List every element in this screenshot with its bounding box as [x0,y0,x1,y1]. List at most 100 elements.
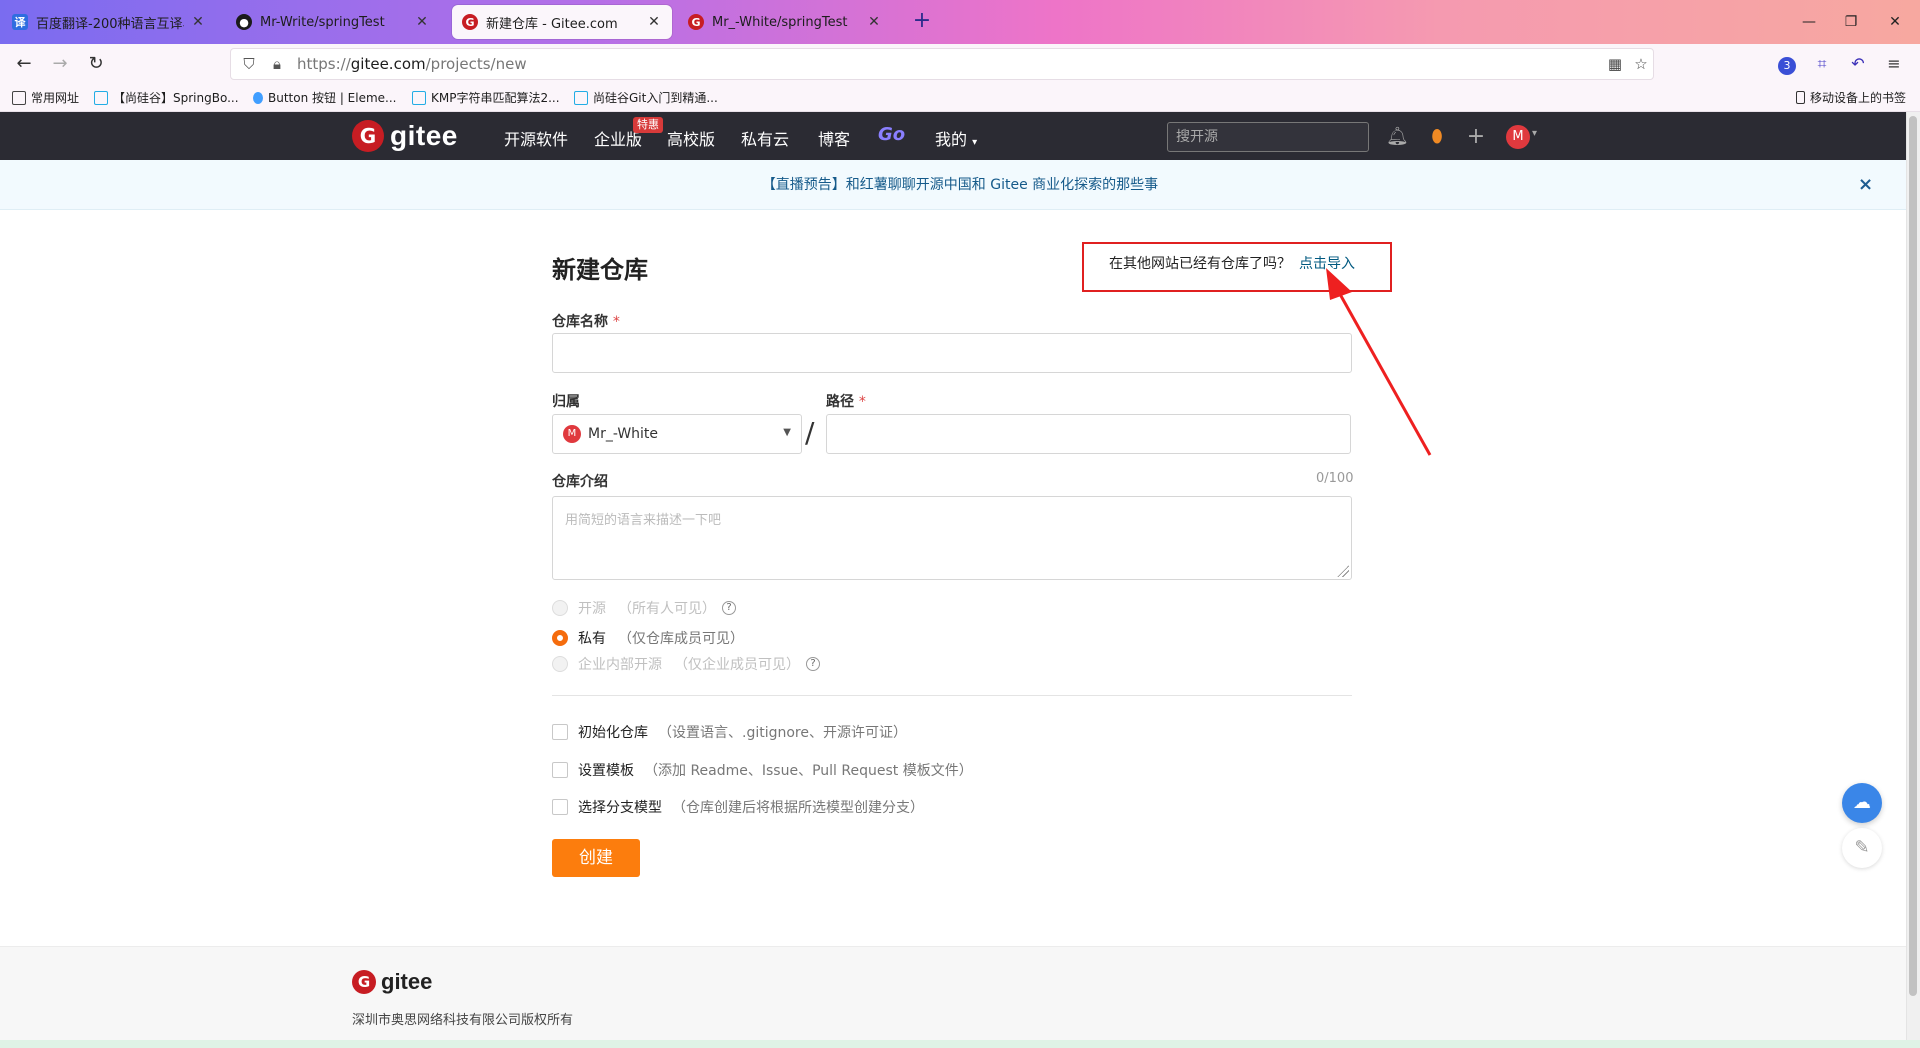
nav-mine[interactable]: 我的 ▾ [935,126,977,150]
bookmark-kmp[interactable]: KMP字符串匹配算法2... [412,89,560,106]
nav-blog[interactable]: 博客 [818,126,850,150]
baidu-translate-favicon-icon: 译 [12,14,28,30]
bookmark-git-course[interactable]: 尚硅谷Git入门到精通... [574,89,718,106]
chevron-down-icon[interactable]: ▾ [1532,128,1537,139]
gitee-search-input[interactable]: 搜开源 [1167,122,1369,152]
close-icon[interactable]: × [1858,160,1873,210]
nav-education[interactable]: 高校版 [667,126,715,150]
crop-tool-icon[interactable]: ⌗ [1810,52,1834,76]
restore-window-button[interactable]: ❐ [1836,10,1866,34]
description-textarea[interactable]: 用简短的语言来描述一下吧 [552,496,1352,580]
path-input[interactable] [826,414,1351,454]
scrollbar-thumb[interactable] [1909,116,1917,996]
gitee-wordmark: gitee [381,969,433,994]
branch-model-option[interactable]: 选择分支模型 （仓库创建后将根据所选模型创建分支） [552,797,924,817]
back-button[interactable]: ← [12,52,36,76]
bookmarks-bar: 常用网址 【尚硅谷】SpringBo... Button 按钮 | Eleme.… [0,84,1920,112]
repo-name-label: 仓库名称 * [552,314,620,330]
tab-title: 百度翻译-200种语言互译、沟通 [36,16,184,32]
bookmark-label: KMP字符串匹配算法2... [431,91,560,105]
footer-logo[interactable]: G gitee [352,969,432,995]
nav-private-cloud[interactable]: 私有云 [741,126,789,150]
owner-value: Mr_-White [588,426,659,442]
description-label: 仓库介绍 [552,474,608,490]
minimize-window-button[interactable]: — [1794,10,1824,34]
user-avatar[interactable]: M [1506,125,1530,149]
address-bar[interactable]: ⛉ 🔒︎ https://gitee.com/projects/new ▦ ☆ [230,48,1654,80]
checkbox[interactable] [552,724,568,740]
close-window-button[interactable]: ✕ [1880,10,1910,34]
gitee-header: G gitee 开源软件 企业版 特惠 高校版 私有云 博客 Go 我的 ▾ 搜… [0,112,1920,160]
radio-button[interactable] [552,656,568,672]
tab-gitee-new-repo[interactable]: G 新建仓库 - Gitee.com ✕ [452,5,672,39]
gitee-logo-icon: G [352,970,376,994]
visibility-public-option[interactable]: 开源 （所有人可见） ? [552,598,736,618]
radio-button-selected[interactable] [552,630,568,646]
new-tab-button[interactable]: + [910,10,934,34]
forward-button[interactable]: → [48,52,72,76]
lock-icon[interactable]: 🔒︎ [267,54,287,74]
gitee-logo-icon: G [352,120,384,152]
checkbox[interactable] [552,762,568,778]
qr-code-icon[interactable]: ▦ [1605,54,1625,74]
folder-icon [12,90,26,105]
reload-button[interactable]: ↻ [84,52,108,76]
close-tab-icon[interactable]: ✕ [866,14,882,30]
owner-select[interactable]: M Mr_-White ▼ [552,414,802,454]
plus-icon[interactable]: + [1465,126,1487,148]
gitee-logo[interactable]: G gitee [352,120,458,152]
tab-gitee-springtest[interactable]: G Mr_-White/springTest ✕ [678,5,892,39]
bell-icon[interactable]: 🔔︎ [1386,126,1409,148]
promo-badge: 特惠 [633,117,663,133]
nav-go[interactable]: Go [878,124,905,145]
path-separator: / [805,416,815,449]
extension-badge-icon[interactable]: 3 [1775,52,1799,76]
divider [552,695,1352,696]
github-favicon-icon: ● [236,14,252,30]
nav-open-source[interactable]: 开源软件 [504,126,568,150]
help-icon[interactable]: ? [722,601,736,615]
visibility-enterprise-option[interactable]: 企业内部开源 （仅企业成员可见） ? [552,654,820,674]
radio-button[interactable] [552,600,568,616]
announcement-bar: 【直播预告】和红薯聊聊开源中国和 Gitee 商业化探索的那些事 × [0,160,1920,210]
footer: G gitee 深圳市奥思网络科技有限公司版权所有 [0,946,1920,1040]
bookmark-label: 尚硅谷Git入门到精通... [593,91,718,105]
help-icon[interactable]: ? [806,657,820,671]
undo-icon[interactable]: ↶ [1846,52,1870,76]
gitee-favicon-icon: G [462,14,478,30]
bilibili-icon [412,90,426,105]
import-link[interactable]: 点击导入 [1299,256,1355,272]
tab-title: 新建仓库 - Gitee.com [486,16,618,32]
visibility-private-option[interactable]: 私有 （仅仓库成员可见） [552,628,744,648]
bookmark-element-button[interactable]: Button 按钮 | Eleme... [253,89,397,106]
tab-baidu-translate[interactable]: 译 百度翻译-200种语言互译、沟通 ✕ [2,5,216,39]
location-pin-icon[interactable]: ⬮ [1426,126,1448,148]
bookmark-label: Button 按钮 | Eleme... [268,91,397,105]
import-prompt: 在其他网站已经有仓库了吗？ 点击导入 [1109,256,1355,272]
init-repo-option[interactable]: 初始化仓库 （设置语言、.gitignore、开源许可证） [552,722,907,742]
bookmark-folder-common[interactable]: 常用网址 [12,89,79,106]
gitee-favicon-icon: G [688,14,704,30]
path-label: 路径 * [826,394,866,410]
bookmark-star-icon[interactable]: ☆ [1631,54,1651,74]
announcement-link[interactable]: 【直播预告】和红薯聊聊开源中国和 Gitee 商业化探索的那些事 [762,177,1158,193]
feedback-edit-icon[interactable]: ✎ [1842,828,1882,868]
create-button[interactable]: 创建 [552,839,640,877]
resize-grip-icon[interactable] [1337,565,1349,577]
checkbox[interactable] [552,799,568,815]
url-text[interactable]: https://gitee.com/projects/new [297,55,527,73]
chat-assistant-icon[interactable]: ☁ [1842,783,1882,823]
shield-icon[interactable]: ⛉ [239,54,259,74]
mobile-icon [1796,91,1805,104]
close-tab-icon[interactable]: ✕ [646,14,662,30]
repo-name-input[interactable] [552,333,1352,373]
chevron-down-icon: ▼ [783,427,791,438]
close-tab-icon[interactable]: ✕ [414,14,430,30]
close-tab-icon[interactable]: ✕ [190,14,206,30]
bilibili-icon [94,90,108,105]
tab-github-springtest[interactable]: ● Mr-Write/springTest ✕ [226,5,440,39]
template-option[interactable]: 设置模板 （添加 Readme、Issue、Pull Request 模板文件） [552,760,973,780]
bookmark-mobile[interactable]: 移动设备上的书签 [1796,89,1906,106]
bookmark-springboot[interactable]: 【尚硅谷】SpringBo... [94,89,239,106]
menu-icon[interactable]: ≡ [1882,52,1906,76]
